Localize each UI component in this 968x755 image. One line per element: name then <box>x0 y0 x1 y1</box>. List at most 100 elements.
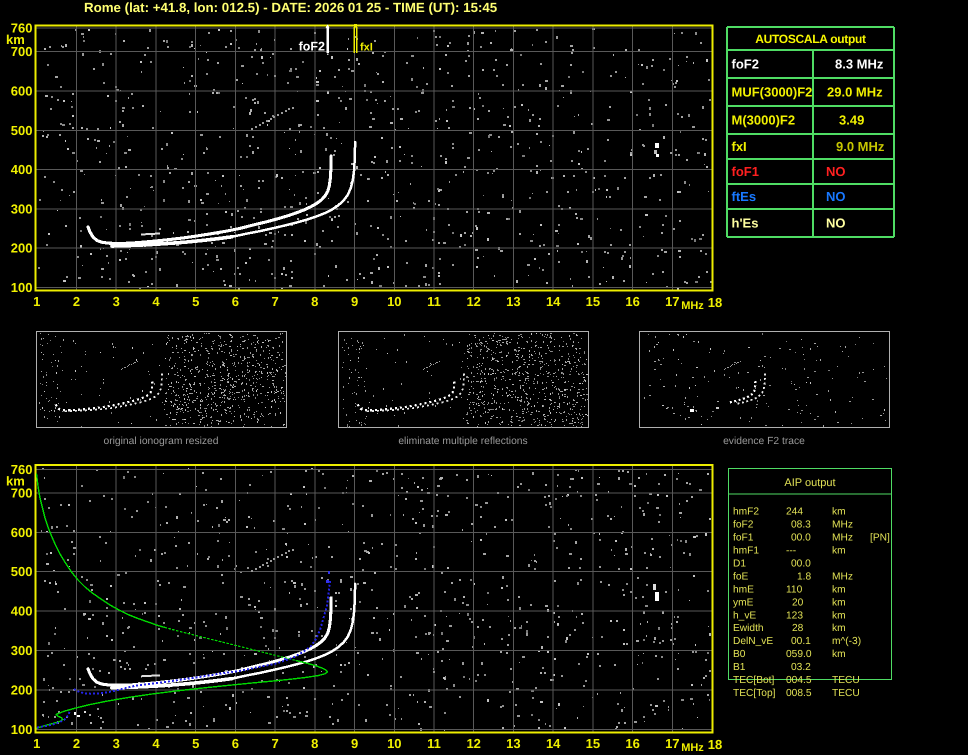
svg-text:MHz: MHz <box>681 300 704 312</box>
svg-text:km: km <box>832 507 846 518</box>
svg-text:hmE: hmE <box>733 584 754 595</box>
svg-text:6: 6 <box>232 736 239 751</box>
svg-text:28: 28 <box>792 623 804 634</box>
svg-text:DelN_vE: DelN_vE <box>733 636 773 647</box>
svg-text:100: 100 <box>11 722 33 737</box>
svg-text:MHz: MHz <box>832 520 853 531</box>
svg-text:08.3: 08.3 <box>791 520 811 531</box>
svg-text:AIP output: AIP output <box>784 477 835 489</box>
svg-text:9: 9 <box>351 736 358 751</box>
svg-text:Rome (lat: +41.8, lon: 012.5): Rome (lat: +41.8, lon: 012.5) - DATE: 20… <box>84 0 498 15</box>
svg-text:NO: NO <box>826 216 846 231</box>
svg-text:17: 17 <box>665 294 679 309</box>
svg-text:16: 16 <box>625 294 639 309</box>
svg-text:18: 18 <box>708 737 722 752</box>
svg-text:11: 11 <box>427 294 441 309</box>
svg-text:3: 3 <box>113 736 120 751</box>
svg-text:TECU: TECU <box>832 688 860 699</box>
svg-text:300: 300 <box>11 201 33 216</box>
svg-text:20: 20 <box>792 597 804 608</box>
svg-text:10: 10 <box>387 294 401 309</box>
svg-text:400: 400 <box>11 604 33 619</box>
svg-text:ymE: ymE <box>733 597 754 608</box>
svg-text:9.0 MHz: 9.0 MHz <box>836 139 885 154</box>
svg-text:6: 6 <box>232 294 239 309</box>
svg-text:B1: B1 <box>733 662 746 673</box>
svg-text:110: 110 <box>786 584 803 595</box>
svg-text:NO: NO <box>826 164 846 179</box>
svg-text:7: 7 <box>271 294 278 309</box>
svg-text:12: 12 <box>466 294 480 309</box>
svg-text:h_vE: h_vE <box>733 610 756 621</box>
svg-text:MUF(3000)F2: MUF(3000)F2 <box>732 85 813 100</box>
svg-text:5: 5 <box>192 294 199 309</box>
svg-text:2: 2 <box>73 736 80 751</box>
svg-text:4: 4 <box>152 736 160 751</box>
svg-text:1: 1 <box>33 736 40 751</box>
svg-text:059.0: 059.0 <box>786 649 812 660</box>
svg-text:1: 1 <box>33 294 40 309</box>
svg-text:km: km <box>832 597 846 608</box>
svg-text:600: 600 <box>11 84 33 99</box>
svg-text:foF1: foF1 <box>732 164 759 179</box>
svg-text:[PN]: [PN] <box>870 533 890 544</box>
svg-text:13: 13 <box>506 736 520 751</box>
svg-text:29.0 MHz: 29.0 MHz <box>827 85 883 100</box>
svg-text:hmF2: hmF2 <box>733 507 759 518</box>
svg-text:fxI: fxI <box>360 42 373 54</box>
svg-text:foE: foE <box>733 571 748 582</box>
svg-text:foF1: foF1 <box>733 533 754 544</box>
svg-text:10: 10 <box>387 736 401 751</box>
svg-text:18: 18 <box>708 295 722 310</box>
svg-text:1.8: 1.8 <box>797 571 811 582</box>
svg-text:03.2: 03.2 <box>791 662 811 673</box>
svg-text:400: 400 <box>11 162 33 177</box>
svg-text:100: 100 <box>11 280 33 295</box>
svg-text:hmF1: hmF1 <box>733 546 759 557</box>
svg-text:B0: B0 <box>733 649 746 660</box>
svg-text:NO: NO <box>826 189 846 204</box>
svg-text:evidence F2 trace: evidence F2 trace <box>723 436 805 447</box>
svg-text:8: 8 <box>311 294 318 309</box>
svg-text:00.0: 00.0 <box>791 558 811 569</box>
svg-text:foF2: foF2 <box>299 40 325 54</box>
svg-text:500: 500 <box>11 123 33 138</box>
svg-text:14: 14 <box>546 294 561 309</box>
svg-text:9: 9 <box>351 294 358 309</box>
svg-text:600: 600 <box>11 525 33 540</box>
svg-text:15: 15 <box>586 294 600 309</box>
svg-text:8: 8 <box>311 736 318 751</box>
svg-text:ftEs: ftEs <box>732 189 757 204</box>
svg-text:MHz: MHz <box>681 742 704 754</box>
svg-text:2: 2 <box>73 294 80 309</box>
svg-text:AUTOSCALA output: AUTOSCALA output <box>755 32 866 46</box>
svg-text:km: km <box>6 32 25 47</box>
svg-text:500: 500 <box>11 564 33 579</box>
svg-text:fxI: fxI <box>732 139 747 154</box>
svg-text:3.49: 3.49 <box>839 113 864 128</box>
svg-text:TEC[Top]: TEC[Top] <box>733 688 776 699</box>
svg-text:00.0: 00.0 <box>791 533 811 544</box>
svg-text:km: km <box>832 610 846 621</box>
svg-text:h'Es: h'Es <box>732 216 759 231</box>
svg-text:008.5: 008.5 <box>786 688 812 699</box>
svg-text:200: 200 <box>11 241 33 256</box>
svg-text:00.1: 00.1 <box>791 636 811 647</box>
svg-text:7: 7 <box>271 736 278 751</box>
svg-text:15: 15 <box>586 736 600 751</box>
svg-text:11: 11 <box>427 736 441 751</box>
svg-text:km: km <box>832 584 846 595</box>
svg-text:MHz: MHz <box>832 571 853 582</box>
svg-text:5: 5 <box>192 736 199 751</box>
svg-text:---: --- <box>786 546 796 557</box>
svg-text:m^(-3): m^(-3) <box>832 636 861 647</box>
svg-text:Ewidth: Ewidth <box>733 623 764 634</box>
svg-text:original ionogram resized: original ionogram resized <box>103 436 218 447</box>
svg-text:km: km <box>832 546 846 557</box>
svg-text:300: 300 <box>11 643 33 658</box>
svg-text:eliminate multiple reflections: eliminate multiple reflections <box>398 436 527 447</box>
svg-text:14: 14 <box>546 736 561 751</box>
svg-text:foF2: foF2 <box>733 520 754 531</box>
svg-text:MHz: MHz <box>832 533 853 544</box>
svg-text:17: 17 <box>665 736 679 751</box>
